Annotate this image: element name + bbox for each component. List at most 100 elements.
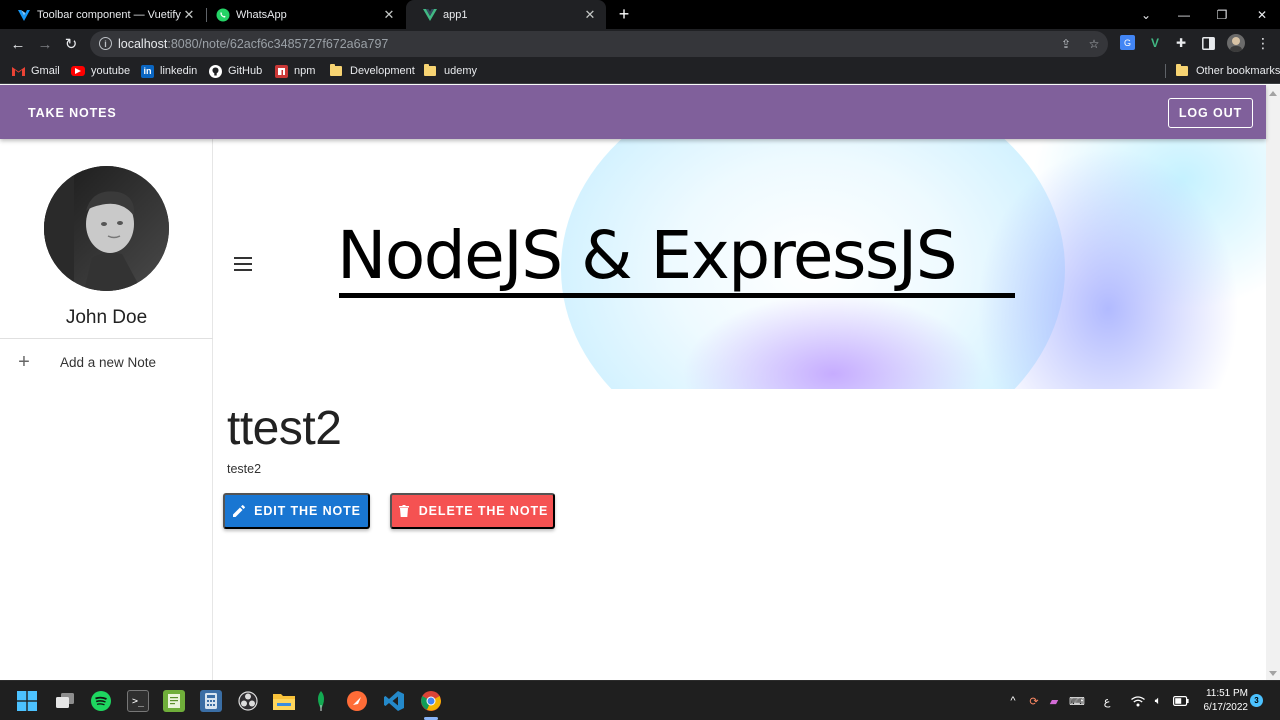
menu-icon[interactable]: [234, 257, 252, 271]
edit-note-label: EDIT THE NOTE: [254, 504, 361, 518]
pencil-icon: [232, 504, 246, 518]
vscode-icon[interactable]: [383, 690, 405, 712]
windows-start-icon[interactable]: [16, 690, 38, 712]
bookmark-star-icon[interactable]: ☆: [1086, 36, 1102, 52]
add-note-link[interactable]: + Add a new Note: [0, 345, 212, 379]
tray-app-icon[interactable]: ▰: [1046, 693, 1062, 709]
banner-title: NodeJS & ExpressJS: [337, 217, 958, 294]
plus-icon: +: [18, 351, 30, 373]
edit-note-button[interactable]: EDIT THE NOTE: [223, 493, 370, 529]
notification-badge[interactable]: 3: [1250, 694, 1263, 707]
gmail-icon: [12, 65, 25, 78]
vue-devtools-icon[interactable]: V: [1147, 35, 1163, 51]
note-banner-image: NodeJS & ExpressJS: [213, 139, 1266, 389]
tab-title: WhatsApp: [236, 8, 287, 21]
battery-icon[interactable]: [1172, 693, 1190, 709]
vuetify-icon: [17, 8, 31, 22]
folder-icon: [330, 64, 342, 76]
obs-icon[interactable]: [237, 690, 259, 712]
address-bar[interactable]: i localhost:8080/note/62acf6c3485727f672…: [90, 31, 1108, 57]
clock-date: 6/17/2022: [1203, 702, 1249, 713]
close-icon[interactable]: ✕: [582, 7, 598, 23]
notepad-icon[interactable]: [163, 690, 185, 712]
profile-avatar-icon[interactable]: [1227, 34, 1245, 52]
youtube-icon: [71, 66, 85, 76]
sync-icon[interactable]: ⟳: [1026, 693, 1042, 709]
note-title: ttest2: [227, 402, 342, 455]
minimize-icon[interactable]: —: [1166, 0, 1202, 29]
drawer-divider: [0, 338, 213, 339]
language-indicator[interactable]: ع: [1100, 693, 1114, 709]
file-explorer-icon[interactable]: [273, 690, 295, 712]
close-icon[interactable]: ✕: [181, 7, 197, 23]
mongodb-compass-icon[interactable]: [310, 690, 332, 712]
github-icon: [209, 64, 222, 78]
window-close-icon[interactable]: ✕: [1244, 0, 1280, 29]
tab-title: app1: [443, 8, 468, 21]
forward-icon[interactable]: →: [34, 33, 56, 55]
extensions-icon[interactable]: ✚: [1173, 35, 1189, 51]
avatar: [44, 166, 169, 291]
app-title: TAKE NOTES: [28, 106, 117, 120]
restore-icon[interactable]: ❐: [1204, 0, 1240, 29]
share-icon[interactable]: ⇪: [1058, 36, 1074, 52]
browser-tab-strip: Toolbar component — Vuetify ✕ WhatsApp ✕…: [0, 0, 1280, 29]
bookmark-youtube[interactable]: youtube: [71, 63, 130, 79]
browser-toolbar: ← → ↻ i localhost:8080/note/62acf6c34857…: [0, 29, 1280, 58]
user-name: John Doe: [65, 307, 148, 328]
close-icon[interactable]: ✕: [381, 7, 397, 23]
site-info-icon[interactable]: i: [99, 37, 112, 50]
folder-icon: [1176, 64, 1188, 76]
google-translate-icon[interactable]: G: [1120, 35, 1135, 50]
bookmark-github[interactable]: GitHub: [209, 63, 262, 79]
postman-icon[interactable]: [346, 690, 368, 712]
spotify-icon[interactable]: [90, 690, 112, 712]
npm-icon: [275, 64, 288, 78]
more-menu-icon[interactable]: ⋮: [1255, 35, 1271, 51]
tab-app1[interactable]: app1 ✕: [406, 0, 606, 29]
logout-button[interactable]: LOG OUT: [1168, 98, 1253, 128]
wifi-icon[interactable]: [1130, 693, 1146, 709]
side-panel-icon[interactable]: [1200, 35, 1216, 51]
tab-vuetify[interactable]: Toolbar component — Vuetify ✕: [0, 0, 205, 29]
folder-icon: [424, 64, 436, 76]
keyboard-icon[interactable]: ⌨: [1068, 693, 1086, 709]
taskbar-clock[interactable]: 11:51 PM 6/17/2022: [1196, 687, 1249, 715]
windows-taskbar: >_ ^ ⟳ ▰ ⌨ ع 🔈︎ 11:51 PM 6/17/2022 3: [0, 680, 1280, 720]
page-scrollbar[interactable]: [1266, 85, 1280, 680]
tab-search-icon[interactable]: ⌄: [1128, 0, 1164, 29]
bookmark-development[interactable]: Development: [330, 63, 415, 79]
chrome-icon[interactable]: [420, 690, 442, 712]
calculator-icon[interactable]: [200, 690, 222, 712]
linkedin-icon: in: [141, 64, 154, 78]
volume-icon[interactable]: 🔈︎: [1150, 693, 1166, 709]
delete-note-label: DELETE THE NOTE: [418, 504, 549, 518]
app-bar: TAKE NOTES LOG OUT: [0, 85, 1266, 139]
scroll-up-icon[interactable]: [1269, 91, 1277, 96]
bookmark-gmail[interactable]: Gmail: [12, 63, 60, 79]
back-icon[interactable]: ←: [7, 33, 29, 55]
bookmark-linkedin[interactable]: in linkedin: [141, 63, 197, 79]
bookmarks-bar: Gmail youtube in linkedin GitHub npm Dev…: [0, 58, 1280, 84]
tray-overflow-icon[interactable]: ^: [1006, 693, 1020, 709]
bookmark-other[interactable]: Other bookmarks: [1176, 63, 1280, 79]
clock-time: 11:51 PM: [1205, 688, 1248, 699]
url-text: localhost:8080/note/62acf6c3485727f672a6…: [118, 37, 389, 51]
bookmarks-separator: [1165, 64, 1166, 78]
reload-icon[interactable]: ↻: [60, 33, 82, 55]
task-view-icon[interactable]: [54, 690, 76, 712]
scroll-down-icon[interactable]: [1269, 671, 1277, 676]
new-tab-icon[interactable]: +: [614, 4, 634, 24]
navigation-drawer: John Doe + Add a new Note: [0, 139, 213, 680]
vue-icon: [423, 8, 437, 22]
bookmark-npm[interactable]: npm: [275, 63, 315, 79]
whatsapp-icon: [216, 8, 230, 22]
bookmark-udemy[interactable]: udemy: [424, 63, 477, 79]
trash-icon: [397, 504, 411, 518]
terminal-icon[interactable]: >_: [127, 690, 149, 712]
delete-note-button[interactable]: DELETE THE NOTE: [390, 493, 555, 529]
tab-whatsapp[interactable]: WhatsApp ✕: [199, 0, 405, 29]
add-note-label: Add a new Note: [60, 354, 157, 370]
note-body: teste2: [227, 462, 262, 476]
tab-title: Toolbar component — Vuetify: [37, 8, 181, 21]
